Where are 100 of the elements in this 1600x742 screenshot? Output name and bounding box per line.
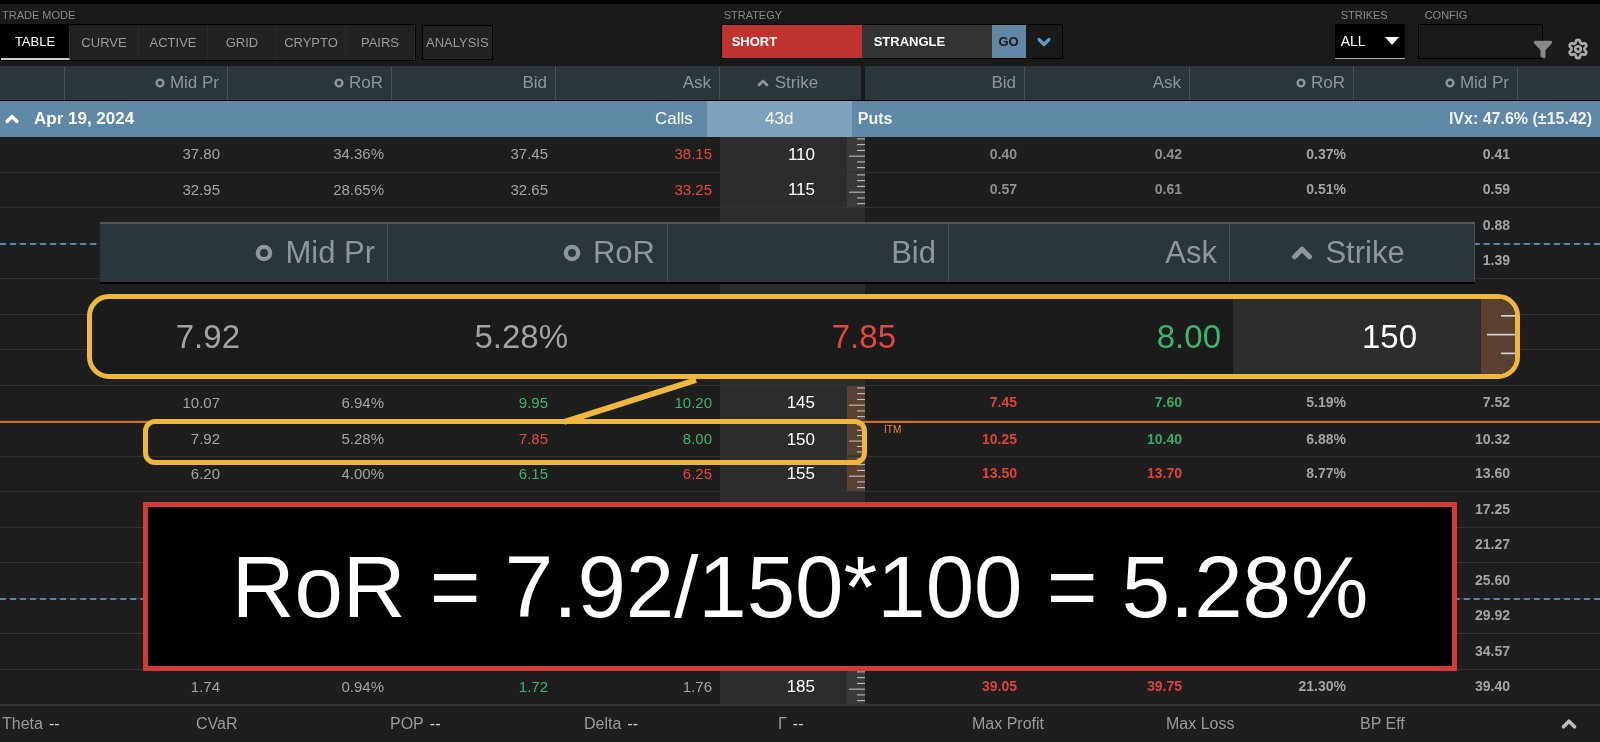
- table-cell-text: 10.07: [182, 392, 220, 413]
- table-cell-text: 1.74: [190, 676, 220, 697]
- table-cell-text: 32.95: [182, 179, 220, 200]
- table-cell-text: 6.15: [518, 463, 548, 484]
- column-header[interactable]: Mid Pr: [154, 70, 219, 96]
- table-cell-text: 0.59: [1482, 180, 1510, 200]
- column-header[interactable]: Ask: [682, 70, 711, 96]
- section-label: TRADE MODE: [2, 8, 77, 23]
- stat-label: BP Eff: [1360, 714, 1405, 734]
- circle-icon: [563, 244, 581, 262]
- side-button[interactable]: SHORT: [721, 25, 862, 58]
- table-cell-text: 34.57: [1474, 641, 1510, 661]
- table-cell-text: 8.77%: [1306, 464, 1346, 484]
- ruler-icon: [1481, 299, 1515, 374]
- table-cell-text: 5.19%: [1306, 393, 1346, 413]
- table-cell-text: 10.32: [1474, 429, 1510, 449]
- stat-value: --: [48, 714, 60, 734]
- table-cell-text: 7.85: [831, 316, 896, 357]
- strike-cell: 145: [720, 385, 865, 420]
- column-header[interactable]: RoR: [334, 70, 383, 96]
- stat-label: Delta: [584, 714, 622, 734]
- column-header[interactable]: Ask: [1165, 229, 1217, 277]
- circle-icon: [1296, 78, 1306, 88]
- section-label: STRIKES: [1340, 8, 1389, 23]
- table-cell-text: 13.50: [981, 464, 1017, 484]
- days-label: 43d: [706, 101, 852, 137]
- table-cell-text: 39.40: [1474, 677, 1510, 697]
- expiration-bar[interactable]: Apr 19, 2024 Calls 43d Puts IVx: 47.6% (±15.42): [0, 101, 1600, 137]
- column-header[interactable]: Ask: [1152, 70, 1181, 96]
- section-label: CONFIG: [1424, 8, 1469, 23]
- table-cell-text: 8.00: [1156, 316, 1221, 357]
- table-cell-text: 6.25: [682, 463, 712, 484]
- table-cell-text: 1.72: [518, 676, 548, 697]
- table-cell-text: 0.57: [989, 180, 1017, 200]
- table-cell-text: 7.85: [518, 429, 548, 449]
- table-cell-text: 9.95: [518, 392, 548, 413]
- mode-tab[interactable]: GRID: [208, 25, 277, 60]
- column-header[interactable]: RoR: [1296, 70, 1345, 96]
- table-cell-text: 0.61: [1154, 180, 1182, 200]
- table-cell-text: 34.36%: [333, 144, 384, 164]
- table-cell-text: 0.88: [1482, 215, 1510, 235]
- table-cell-text: 33.25: [674, 179, 712, 200]
- column-header[interactable]: Strike: [1287, 229, 1405, 277]
- column-header[interactable]: Bid: [891, 229, 936, 277]
- column-header[interactable]: Bid: [522, 70, 547, 96]
- table-cell-text: 5.28%: [341, 429, 384, 449]
- table-cell-text: 17.25: [1474, 499, 1510, 519]
- table-cell-text: 0.42: [1154, 144, 1182, 164]
- mode-tab[interactable]: ACTIVE: [139, 25, 208, 60]
- table-cell-text: 1.39: [1482, 251, 1510, 271]
- stat-label: Γ: [778, 714, 787, 734]
- stat-label: Theta: [2, 714, 43, 734]
- table-cell-text: 6.88%: [1306, 429, 1346, 449]
- column-header[interactable]: Strike: [754, 70, 819, 96]
- stat-value: --: [627, 714, 638, 734]
- column-header[interactable]: Mid Pr: [1444, 70, 1509, 96]
- stat-label: POP: [390, 714, 424, 734]
- table-cell-text: 5.28%: [474, 316, 568, 357]
- table-cell-text: 6.94%: [341, 392, 384, 413]
- dropdown-arrow-icon: [1384, 37, 1399, 45]
- strike-cell: 115: [720, 172, 865, 207]
- strike-cell: 110: [720, 137, 865, 172]
- column-header[interactable]: RoR: [563, 229, 655, 277]
- table-cell-text: 32.65: [510, 179, 548, 200]
- strategy-button[interactable]: STRANGLE: [861, 25, 992, 58]
- config-field[interactable]: [1417, 24, 1543, 59]
- mode-tab[interactable]: TABLE: [1, 25, 70, 60]
- mode-tab[interactable]: CRYPTO: [277, 25, 346, 60]
- stat-label: CVaR: [196, 714, 238, 734]
- table-cell-text: 7.52: [1482, 393, 1510, 413]
- filter-icon[interactable]: [1532, 38, 1553, 60]
- table-cell-text: 4.00%: [341, 463, 384, 484]
- table-cell-text: 0.40: [989, 144, 1017, 164]
- table-cell-text: 37.80: [182, 144, 220, 164]
- table-cell-text: 21.27: [1474, 535, 1510, 555]
- table-cell-text: 39.75: [1146, 677, 1182, 697]
- table-cell-text: 7.60: [1154, 393, 1182, 413]
- table-cell-text: 0.51%: [1306, 180, 1346, 200]
- strikes-dropdown[interactable]: ALL: [1334, 24, 1405, 59]
- table-cell-text: 37.45: [510, 144, 548, 164]
- mode-tab[interactable]: CURVE: [70, 25, 139, 60]
- circle-icon: [334, 78, 344, 88]
- go-button[interactable]: GO: [991, 25, 1026, 58]
- circle-icon: [255, 244, 274, 262]
- stat-label: Max Profit: [972, 714, 1044, 734]
- ivx-label: IVx: 47.6% (±15.42): [1448, 109, 1592, 129]
- stat-value: --: [792, 714, 804, 734]
- table-cell-text: 38.15: [674, 144, 712, 164]
- table-cell-text: 10.20: [674, 392, 712, 413]
- column-header[interactable]: Mid Pr: [255, 229, 375, 277]
- table-cell-text: 28.65%: [333, 179, 384, 200]
- settings-icon[interactable]: [1566, 38, 1589, 60]
- table-cell-text: 21.30%: [1298, 677, 1346, 697]
- calls-label: Calls: [655, 108, 693, 131]
- table-cell-text: 0.94%: [341, 676, 384, 697]
- analysis-button[interactable]: ANALYSIS: [422, 25, 493, 60]
- mode-tab[interactable]: PAIRS: [346, 25, 415, 60]
- table-cell-text: 10.40: [1146, 429, 1182, 449]
- table-cell-text: 39.05: [981, 677, 1017, 697]
- column-header[interactable]: Bid: [991, 70, 1016, 96]
